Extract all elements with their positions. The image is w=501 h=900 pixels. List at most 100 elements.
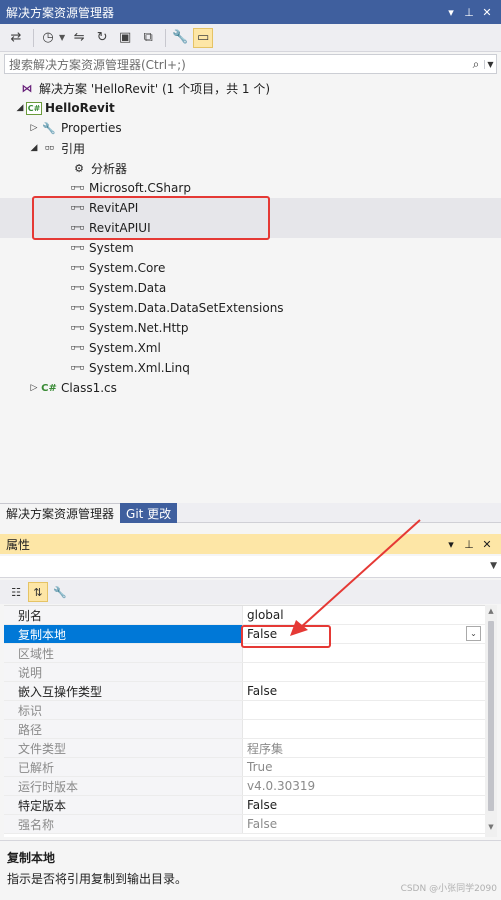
search-input[interactable]: 搜索解决方案资源管理器(Ctrl+;) — [5, 56, 468, 73]
property-value[interactable]: True — [243, 758, 485, 776]
properties-title: 属性 — [6, 537, 31, 552]
tree-node-reference[interactable]: ▫─▫ System — [68, 238, 134, 258]
property-value[interactable]: v4.0.30319 — [243, 777, 485, 795]
property-value[interactable] — [243, 701, 485, 719]
property-row[interactable]: 已解析 True — [4, 758, 485, 777]
property-value[interactable]: False — [243, 682, 485, 700]
tool-window-tabs: 解决方案资源管理器 Git 更改 — [0, 503, 501, 523]
property-name: 别名 — [4, 606, 243, 624]
property-value[interactable]: False — [243, 796, 485, 814]
search-icon[interactable]: ⌕ — [468, 57, 484, 72]
collapse-all-icon[interactable]: ▣ — [115, 28, 135, 48]
csharp-file-icon: C# — [41, 382, 57, 394]
reference-icon: ▫─▫ — [70, 283, 84, 293]
tree-node-analyzers[interactable]: ⚙ 分析器 — [70, 158, 127, 178]
tree-node-reference[interactable]: ▫─▫ System.Xml — [68, 338, 161, 358]
property-grid-scrollbar[interactable]: ▲ ▼ — [485, 605, 497, 837]
tree-node-label: System — [89, 241, 134, 255]
property-pages-wrench-icon[interactable]: 🔧 — [50, 582, 70, 602]
tree-node-reference[interactable]: ▫─▫ System.Data.DataSetExtensions — [68, 298, 284, 318]
tree-node-project[interactable]: ◢ C# HelloRevit — [14, 98, 115, 118]
tree-node-reference[interactable]: ▫─▫ System.Data — [68, 278, 166, 298]
collapsed-chevron-icon[interactable]: ▷ — [28, 123, 40, 133]
description-title: 复制本地 — [7, 851, 56, 865]
property-name: 路径 — [4, 720, 243, 738]
tree-node-label: System.Xml — [89, 341, 161, 355]
property-value[interactable] — [243, 663, 485, 681]
solution-explorer-title: 解决方案资源管理器 — [6, 5, 115, 20]
tree-node-reference[interactable]: ▫─▫ System.Xml.Linq — [68, 358, 190, 378]
property-row[interactable]: 强名称 False — [4, 815, 485, 834]
highlight-annotation-box — [241, 625, 331, 648]
switch-views-icon[interactable]: ⇄ — [6, 28, 26, 48]
property-value[interactable]: False — [243, 815, 485, 833]
tree-node-label: System.Data.DataSetExtensions — [89, 301, 284, 315]
chevron-down-icon[interactable]: ▼ — [490, 561, 497, 571]
property-name: 标识 — [4, 701, 243, 719]
scroll-down-icon[interactable]: ▼ — [485, 823, 497, 835]
tree-node-reference[interactable]: ▫─▫ System.Net.Http — [68, 318, 189, 338]
property-name: 已解析 — [4, 758, 243, 776]
expanded-chevron-icon[interactable]: ◢ — [28, 143, 40, 153]
reference-icon: ▫─▫ — [70, 323, 84, 333]
property-value[interactable] — [243, 720, 485, 738]
tree-node-solution[interactable]: ⋈ 解决方案 'HelloRevit' (1 个项目，共 1 个) — [18, 78, 271, 98]
collapsed-chevron-icon[interactable]: ▷ — [28, 383, 40, 393]
property-name: 区域性 — [4, 644, 243, 662]
search-box[interactable]: 搜索解决方案资源管理器(Ctrl+;) ⌕ ▼ — [4, 54, 497, 74]
close-icon[interactable]: ✕ — [479, 6, 495, 19]
property-name: 说明 — [4, 663, 243, 681]
property-row[interactable]: 别名 global — [4, 606, 485, 625]
solution-icon: ⋈ — [21, 81, 33, 95]
property-name: 特定版本 — [4, 796, 243, 814]
tab-solution-explorer[interactable]: 解决方案资源管理器 — [0, 503, 121, 523]
tree-node-label: 解决方案 'HelloRevit' (1 个项目，共 1 个) — [39, 81, 271, 96]
tree-node-reference[interactable]: ▫─▫ Microsoft.CSharp — [68, 178, 191, 198]
tree-node-label: System.Xml.Linq — [89, 361, 190, 375]
property-row[interactable]: 说明 — [4, 663, 485, 682]
pin-icon[interactable]: ⊥ — [461, 538, 477, 551]
pin-icon[interactable]: ⊥ — [461, 6, 477, 19]
tree-node-reference[interactable]: ▫─▫ System.Core — [68, 258, 165, 278]
tree-node-file[interactable]: ▷ C# Class1.cs — [28, 378, 117, 398]
expanded-chevron-icon[interactable]: ◢ — [14, 103, 26, 113]
chevron-down-icon[interactable]: ▼ — [59, 33, 65, 42]
tree-node-references[interactable]: ◢ ▫▫ 引用 — [28, 138, 85, 158]
object-selector[interactable]: ▼ — [0, 556, 501, 578]
close-icon[interactable]: ✕ — [479, 538, 495, 551]
watermark: CSDN @小张同学2090 — [400, 884, 497, 894]
show-all-files-icon[interactable]: ⧉ — [138, 28, 158, 48]
property-grid: 别名 global 复制本地 False ⌄ 区域性 说明 嵌入互操作类型 Fa… — [4, 605, 485, 837]
property-row[interactable]: 文件类型 程序集 — [4, 739, 485, 758]
properties-wrench-icon[interactable]: 🔧 — [170, 28, 190, 48]
solution-explorer-toolbar: ⇄ ◷ ▼ ⇋ ↻ ▣ ⧉ 🔧 ▭ — [0, 24, 501, 52]
sync-with-document-icon[interactable]: ⇋ — [69, 28, 89, 48]
alphabetical-icon[interactable]: ⇅ — [28, 582, 48, 602]
property-row[interactable]: 路径 — [4, 720, 485, 739]
search-options-chevron-icon[interactable]: ▼ — [484, 59, 496, 69]
refresh-icon[interactable]: ↻ — [92, 28, 112, 48]
tree-node-label: Class1.cs — [61, 381, 117, 395]
categorized-icon[interactable]: ☷ — [6, 582, 26, 602]
property-value[interactable]: 程序集 — [243, 739, 485, 757]
property-value[interactable]: global — [243, 606, 485, 624]
property-row[interactable]: 运行时版本 v4.0.30319 — [4, 777, 485, 796]
property-row[interactable]: 标识 — [4, 701, 485, 720]
property-name: 运行时版本 — [4, 777, 243, 795]
properties-toolbar: ☷ ⇅ 🔧 — [0, 580, 501, 604]
highlight-annotation-box — [32, 196, 270, 240]
tree-node-label: System.Data — [89, 281, 167, 295]
window-dropdown-icon[interactable]: ▾ — [443, 538, 459, 551]
value-dropdown-chevron-icon[interactable]: ⌄ — [466, 626, 481, 641]
tree-node-properties[interactable]: ▷ 🔧 Properties — [28, 118, 122, 138]
tab-git-changes[interactable]: Git 更改 — [120, 503, 178, 523]
preview-selected-items-icon[interactable]: ▭ — [193, 27, 214, 48]
tree-node-label: System.Net.Http — [89, 321, 189, 335]
property-row[interactable]: 特定版本 False — [4, 796, 485, 815]
property-row[interactable]: 嵌入互操作类型 False — [4, 682, 485, 701]
pending-changes-filter-icon[interactable]: ◷ — [38, 28, 58, 48]
reference-icon: ▫─▫ — [70, 183, 84, 193]
scroll-up-icon[interactable]: ▲ — [485, 607, 497, 619]
scrollbar-thumb[interactable] — [488, 621, 494, 811]
window-dropdown-icon[interactable]: ▾ — [443, 6, 459, 19]
